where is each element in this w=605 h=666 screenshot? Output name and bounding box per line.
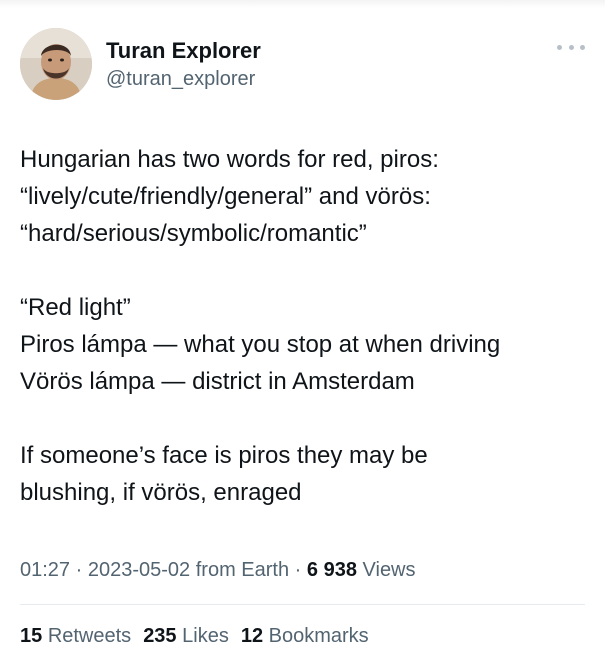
handle[interactable]: @turan_explorer [106, 66, 261, 92]
likes-stat[interactable]: 235 Likes [143, 623, 229, 649]
author-names: Turan Explorer @turan_explorer [106, 38, 261, 92]
tweet-card: Turan Explorer @turan_explorer Hungarian… [0, 0, 605, 666]
likes-count: 235 [143, 625, 177, 647]
more-dot [580, 44, 585, 50]
tweet-date[interactable]: 2023-05-02 [88, 559, 190, 581]
more-dot [557, 44, 562, 50]
tweet-header: Turan Explorer @turan_explorer [20, 28, 261, 100]
tweet-line: blushing, if vörös, enraged [20, 479, 302, 506]
bookmarks-count: 12 [240, 625, 264, 647]
views-label: Views [362, 559, 416, 581]
avatar[interactable] [20, 28, 92, 100]
more-options-icon[interactable] [557, 40, 585, 54]
tweet-line: Piros lámpa — what you stop at when driv… [20, 331, 501, 358]
tweet-line: “Red light” [20, 294, 131, 321]
tweet-stats: 15 Retweets 235 Likes 12 Bookmarks [20, 623, 369, 649]
tweet-source: from Earth [195, 559, 290, 581]
tweet-line: “hard/serious/symbolic/romantic” [20, 220, 367, 247]
meta-separator: · [75, 559, 83, 581]
tweet-line: Vörös lámpa — district in Amsterdam [20, 368, 415, 395]
retweets-label: Retweets [47, 625, 132, 647]
bookmarks-stat[interactable]: 12 Bookmarks [241, 623, 369, 649]
likes-label: Likes [182, 625, 229, 647]
tweet-time[interactable]: 01:27 [20, 559, 70, 581]
meta-separator: · [294, 559, 302, 581]
tweet-line: Hungarian has two words for red, piros: [20, 146, 439, 173]
tweet-meta: 01:27 · 2023-05-02 from Earth · 6 938 Vi… [20, 557, 416, 583]
bookmarks-label: Bookmarks [268, 625, 369, 647]
retweets-count: 15 [20, 625, 43, 647]
retweets-stat[interactable]: 15 Retweets [20, 623, 131, 649]
user-photo-avatar-icon [20, 28, 92, 100]
tweet-text: Hungarian has two words for red, piros: … [20, 141, 590, 511]
views-count: 6 938 [306, 559, 357, 581]
top-strip [0, 0, 605, 8]
divider [20, 604, 585, 605]
display-name[interactable]: Turan Explorer [106, 38, 261, 64]
tweet-line: “lively/cute/friendly/general” and vörös… [20, 183, 431, 210]
more-dot [568, 44, 574, 50]
tweet-line: If someone’s face is piros they may be [20, 442, 428, 469]
